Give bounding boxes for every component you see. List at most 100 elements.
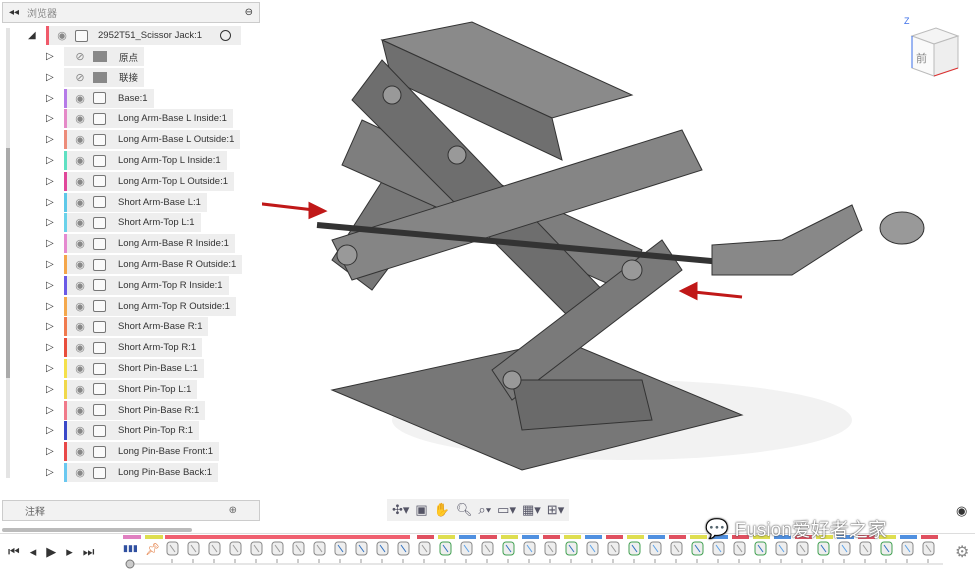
component-icon <box>93 196 106 209</box>
expand-triangle-icon[interactable]: ▷ <box>46 384 58 395</box>
expand-triangle-icon[interactable]: ▷ <box>46 446 58 457</box>
expand-triangle-icon[interactable]: ▷ <box>46 197 58 208</box>
expand-triangle-icon[interactable]: ▷ <box>46 280 58 291</box>
eye-icon[interactable]: ◉ <box>73 320 87 333</box>
expand-triangle-icon[interactable]: ▷ <box>46 155 58 166</box>
expand-triangle-icon[interactable]: ▷ <box>46 93 58 104</box>
tree-item[interactable]: ▷ ⊘ 原点 <box>46 47 145 66</box>
zoom-icon[interactable]: 🔍︎ <box>456 502 473 518</box>
eye-hidden-icon[interactable]: ⊘ <box>73 50 87 63</box>
expand-triangle-icon[interactable]: ▷ <box>46 301 58 312</box>
minimize-icon[interactable]: ⊖ <box>245 7 253 18</box>
step-back-icon[interactable]: ◂ <box>30 544 37 560</box>
eye-icon[interactable]: ◉ <box>73 175 87 188</box>
expand-triangle-icon[interactable]: ▷ <box>46 425 58 436</box>
model-viewport[interactable] <box>262 0 975 500</box>
tree-item[interactable]: ▷ ◉ Short Arm-Base L:1 <box>46 192 207 212</box>
eye-icon[interactable]: ◉ <box>73 196 87 209</box>
step-forward-icon[interactable]: ▸ <box>66 544 73 560</box>
settings-gear-icon[interactable]: ⚙ <box>955 542 969 562</box>
tree-item[interactable]: ▷ ◉ Long Arm-Base L Inside:1 <box>46 109 233 129</box>
tree-item-label: Short Pin-Base L:1 <box>118 363 198 374</box>
expand-triangle-icon[interactable]: ▷ <box>46 467 58 478</box>
eye-icon[interactable]: ◉ <box>73 383 87 396</box>
expand-triangle-icon[interactable]: ▷ <box>46 176 58 187</box>
timeline-group-bar <box>480 535 497 539</box>
activate-radio[interactable] <box>220 30 232 41</box>
eye-icon[interactable]: ◉ <box>73 404 87 417</box>
component-icon <box>93 112 106 125</box>
eye-icon[interactable]: ◉ <box>73 237 87 250</box>
expand-triangle-icon[interactable]: ▷ <box>46 72 58 83</box>
eye-icon[interactable]: ◉ <box>73 279 87 292</box>
eye-icon[interactable]: ◉ <box>73 341 87 354</box>
tree-item[interactable]: ▷ ◉ Long Arm-Top R Outside:1 <box>46 296 236 316</box>
go-to-start-icon[interactable]: ⏮ <box>8 544 20 560</box>
expand-triangle-icon[interactable]: ▷ <box>46 238 58 249</box>
tree-item[interactable]: ▷ ◉ Short Pin-Top R:1 <box>46 421 199 441</box>
tree-item[interactable]: ▷ ◉ Long Arm-Top L Outside:1 <box>46 171 235 191</box>
expand-triangle-icon[interactable]: ▷ <box>46 363 58 374</box>
eye-icon[interactable]: ◉ <box>55 29 69 42</box>
play-icon[interactable]: ▶ <box>46 544 56 560</box>
pan-hand-icon[interactable]: ✋ <box>434 502 450 518</box>
add-icon[interactable]: ⊕ <box>229 505 237 516</box>
tree-item[interactable]: ▷ ◉ Long Pin-Base Back:1 <box>46 463 219 482</box>
timeline-group-bar <box>543 535 560 539</box>
go-to-end-icon[interactable]: ⏭ <box>83 544 95 560</box>
tree-root[interactable]: ◢ ◉ 2952T51_Scissor Jack:1 <box>28 26 242 45</box>
eye-icon[interactable]: ◉ <box>73 300 87 313</box>
tree-item[interactable]: ▷ ◉ Long Arm-Base R Outside:1 <box>46 255 243 274</box>
expand-triangle-icon[interactable]: ▷ <box>46 134 58 145</box>
expand-triangle-icon[interactable]: ▷ <box>46 342 58 353</box>
collapse-triangle-icon[interactable]: ◢ <box>28 30 40 41</box>
timeline-feature-icon <box>880 541 893 563</box>
tree-item[interactable]: ▷ ◉ Long Arm-Top L Inside:1 <box>46 151 227 170</box>
tree-item[interactable]: ▷ ◉ Short Pin-Base R:1 <box>46 400 206 420</box>
display-settings-icon[interactable]: ▭▾ <box>497 502 516 518</box>
tree-item[interactable]: ▷ ◉ Long Arm-Base R Inside:1 <box>46 234 235 254</box>
eye-hidden-icon[interactable]: ⊘ <box>73 71 87 84</box>
notes-panel[interactable]: 注释 ⊕ <box>2 500 260 521</box>
eye-icon[interactable]: ◉ <box>73 92 87 105</box>
capture-icon[interactable]: ◉ <box>956 503 967 519</box>
tree-item[interactable]: ▷ ◉ Short Arm-Base R:1 <box>46 317 209 337</box>
timeline-feature-icon <box>208 541 221 563</box>
tree-item-label: Long Pin-Base Back:1 <box>118 467 213 478</box>
eye-icon[interactable]: ◉ <box>73 445 87 458</box>
tree-item-label: Short Pin-Base R:1 <box>118 404 200 416</box>
tree-item[interactable]: ▷ ◉ Long Arm-Top R Inside:1 <box>46 275 229 295</box>
eye-icon[interactable]: ◉ <box>73 466 87 479</box>
component-icon <box>93 341 106 354</box>
tree-item[interactable]: ▷ ◉ Base:1 <box>46 88 154 108</box>
expand-triangle-icon[interactable]: ▷ <box>46 259 58 270</box>
eye-icon[interactable]: ◉ <box>73 133 87 146</box>
look-at-icon[interactable]: ▣ <box>415 502 427 518</box>
tree-item[interactable]: ▷ ◉ Short Pin-Top L:1 <box>46 379 198 399</box>
orbit-icon[interactable]: ✣▾ <box>392 502 409 518</box>
eye-icon[interactable]: ◉ <box>73 424 87 437</box>
horizontal-scrollbar[interactable] <box>2 528 192 532</box>
eye-icon[interactable]: ◉ <box>73 216 87 229</box>
tree-item[interactable]: ▷ ◉ Short Arm-Top L:1 <box>46 213 201 233</box>
expand-triangle-icon[interactable]: ▷ <box>46 217 58 228</box>
grid-icon[interactable]: ▦▾ <box>522 502 541 518</box>
view-cube[interactable]: Z 前 <box>904 16 964 89</box>
tree-item[interactable]: ▷ ◉ Long Pin-Base Front:1 <box>46 442 220 462</box>
eye-icon[interactable]: ◉ <box>73 362 87 375</box>
expand-triangle-icon[interactable]: ▷ <box>46 113 58 124</box>
expand-triangle-icon[interactable]: ▷ <box>46 51 58 62</box>
browser-scrollbar[interactable] <box>6 28 10 478</box>
expand-triangle-icon[interactable]: ▷ <box>46 321 58 332</box>
tree-item[interactable]: ▷ ◉ Long Arm-Base L Outside:1 <box>46 130 241 150</box>
eye-icon[interactable]: ◉ <box>73 154 87 167</box>
eye-icon[interactable]: ◉ <box>73 112 87 125</box>
tree-item[interactable]: ▷ ◉ Short Arm-Top R:1 <box>46 338 203 358</box>
tree-item[interactable]: ▷ ⊘ 联接 <box>46 67 145 87</box>
eye-icon[interactable]: ◉ <box>73 258 87 271</box>
fit-icon[interactable]: ⌕▾ <box>478 502 491 518</box>
collapse-panel-icon[interactable]: ◂◂ <box>9 7 19 18</box>
tree-item[interactable]: ▷ ◉ Short Pin-Base L:1 <box>46 359 204 378</box>
viewports-icon[interactable]: ⊞▾ <box>547 502 564 518</box>
expand-triangle-icon[interactable]: ▷ <box>46 405 58 416</box>
